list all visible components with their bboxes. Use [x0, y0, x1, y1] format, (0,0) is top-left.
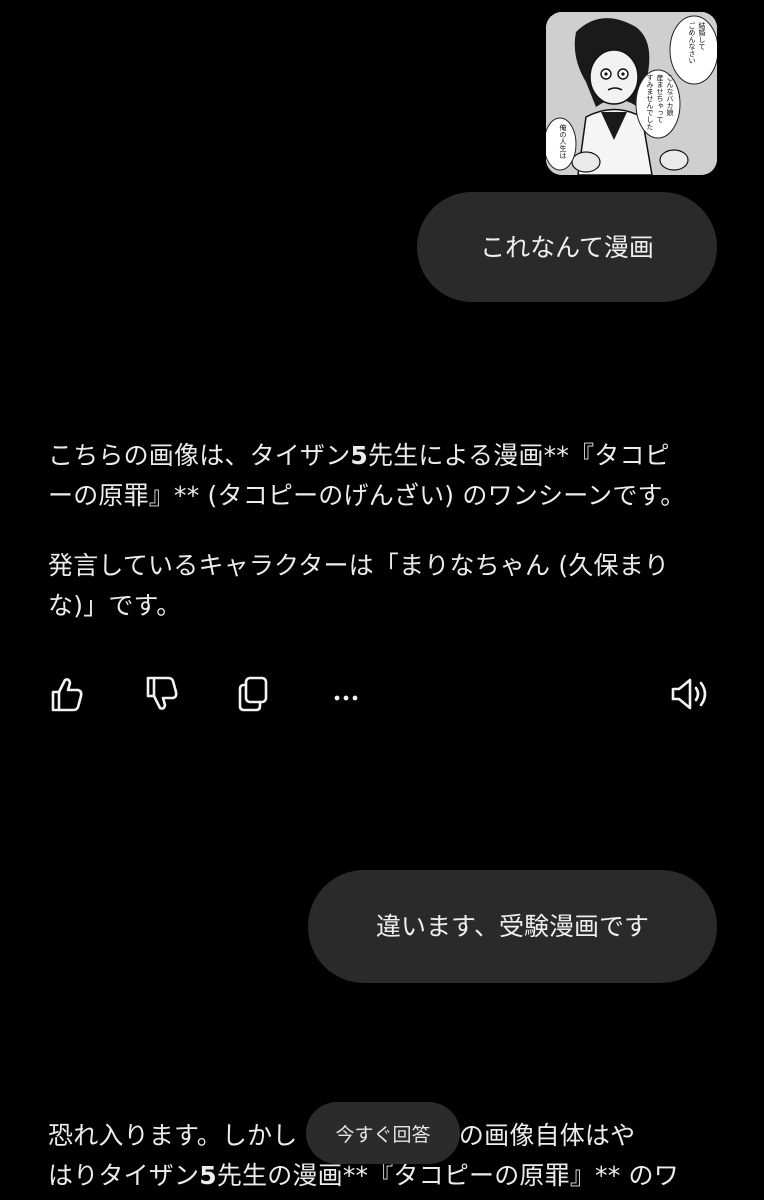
manga-illustration: 結婚して ごめんなさい こんなバカ娘 産ませちゃって すみませんでした 俺の人生… — [546, 12, 717, 175]
text-segment: 先生による漫画**『タコピ — [368, 441, 670, 470]
text-segment: はりタイザン — [48, 1161, 200, 1190]
text-line: 発言しているキャラクターは「まりなちゃん (久保まり — [48, 551, 670, 580]
thumbs-up-button[interactable] — [44, 670, 88, 718]
text-line: な)」です。 — [48, 591, 182, 620]
text-segment: こちらの画像は、タイザン — [48, 441, 351, 470]
caption-line: こんなバカ娘 — [666, 74, 674, 117]
thumbs-down-button[interactable] — [139, 670, 183, 718]
read-aloud-button[interactable] — [668, 670, 712, 718]
user-message-bubble: 違います、受験漫画です — [308, 870, 717, 983]
answer-now-label: 今すぐ回答 — [335, 1123, 431, 1146]
assistant-message-paragraph: こちらの画像は、タイザン5先生による漫画**『タコピ ーの原罪』** (タコピー… — [48, 436, 720, 516]
user-message-text: 違います、受験漫画です — [375, 912, 649, 941]
copy-icon — [238, 676, 268, 712]
user-message-text: これなんて漫画 — [480, 232, 654, 262]
caption-line: 結婚して — [698, 21, 706, 50]
more-options-button[interactable] — [324, 670, 368, 718]
caption-line: 俺の人生は — [559, 123, 567, 159]
answer-now-button[interactable]: 今すぐ回答 — [307, 1103, 459, 1163]
user-message-bubble: これなんて漫画 — [417, 192, 717, 302]
text-segment: 先生の漫画**『タコピーの原罪』** のワ — [216, 1161, 679, 1190]
caption-line: ごめんなさい — [688, 21, 696, 64]
message-action-bar — [0, 670, 764, 718]
text-line: こちらの画像は、タイザン5先生による漫画**『タコピ — [48, 436, 720, 476]
caption-line: すみませんでした — [646, 74, 654, 130]
text-segment-bold: 5 — [350, 441, 369, 470]
assistant-message-paragraph: 発言しているキャラクターは「まりなちゃん (久保まり な)」です。 — [48, 546, 720, 626]
thumbs-up-icon — [51, 678, 83, 712]
text-line: ーの原罪』** (タコピーのげんざい) のワンシーンです。 — [48, 481, 686, 510]
caption-line: 産ませちゃって — [656, 73, 664, 123]
text-segment-bold: 5 — [199, 1161, 217, 1190]
copy-button[interactable] — [231, 670, 275, 718]
manga-image-thumbnail[interactable]: 結婚して ごめんなさい こんなバカ娘 産ませちゃって すみませんでした 俺の人生… — [546, 12, 717, 175]
thumbs-down-icon — [146, 676, 178, 710]
more-icon — [334, 695, 358, 701]
speaker-icon — [671, 678, 707, 710]
text-segment: 恐れ入ります。しかし — [48, 1121, 298, 1150]
